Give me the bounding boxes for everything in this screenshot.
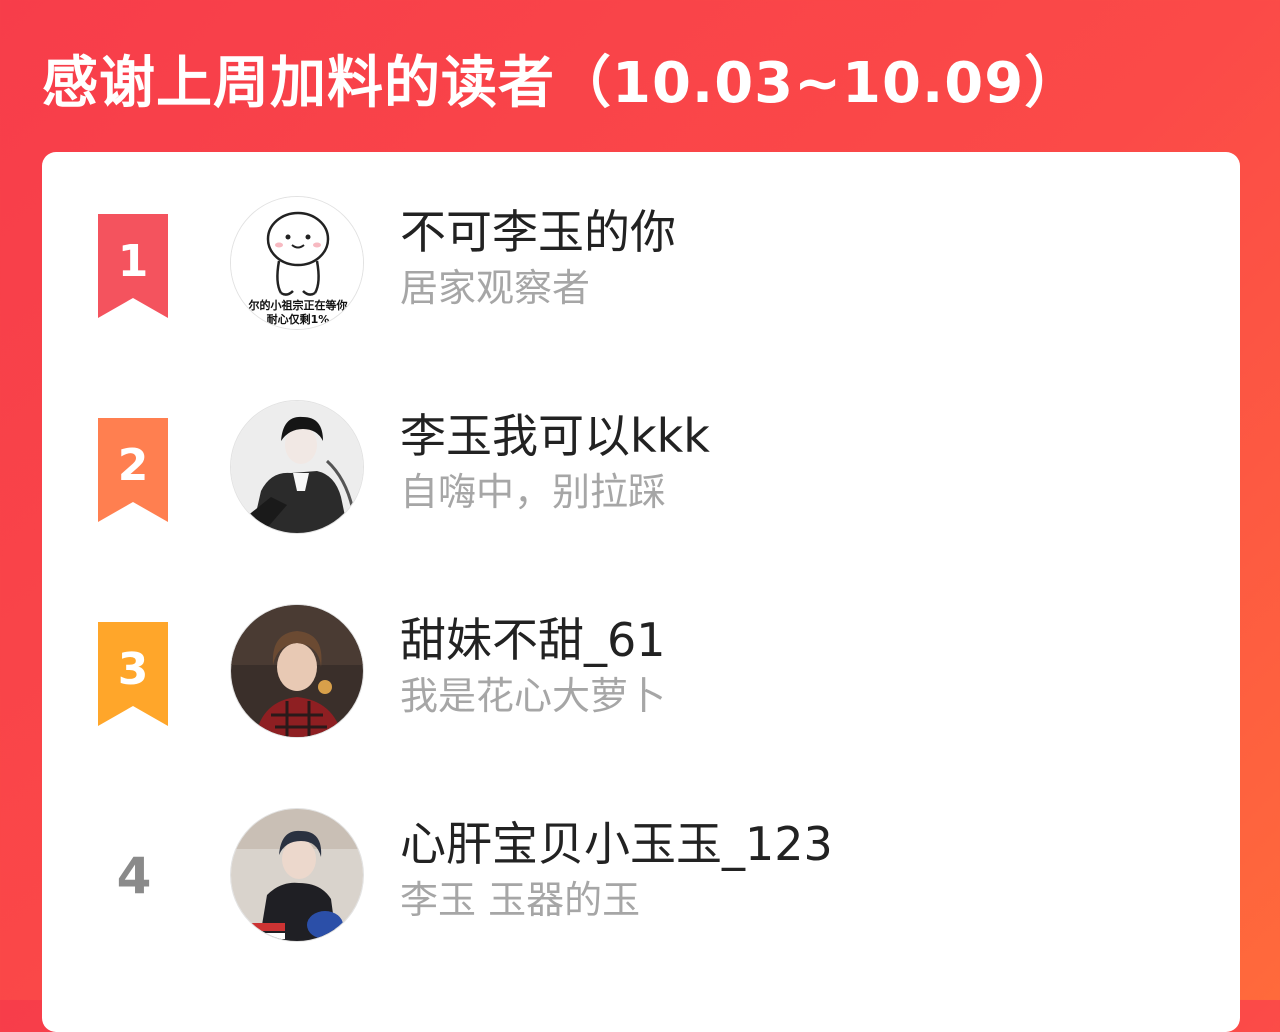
rank-ribbon-icon: 2	[98, 418, 168, 522]
reader-subtitle: 居家观察者	[400, 266, 591, 310]
boxer-anime-avatar[interactable]	[230, 808, 364, 942]
girl-photo-avatar[interactable]	[230, 604, 364, 738]
rank-number: 3	[118, 644, 149, 695]
reader-name: 李玉我可以kkk	[400, 409, 710, 463]
rank-ribbon-icon: 3	[98, 622, 168, 726]
rank-ribbon-icon: 1	[98, 214, 168, 318]
reader-row[interactable]: 4 心肝宝贝小玉玉_123 李玉 玉器的玉	[42, 806, 1240, 946]
avatar-caption-line: 耐心仅剩1%	[267, 312, 330, 326]
cartoon-figure-avatar[interactable]: 尔的小祖宗正在等你 耐心仅剩1%	[230, 196, 364, 330]
reader-row[interactable]: 1 尔的小祖宗正在等你 耐心仅剩1% 不可李玉的你 居家观察者	[42, 194, 1240, 334]
anime-man-avatar[interactable]	[230, 400, 364, 534]
rank-number: 4	[116, 847, 152, 905]
reader-row[interactable]: 3 甜妹不甜_61 我是花心大萝卜	[42, 602, 1240, 742]
page-title: 感谢上周加料的读者（10.03~10.09）	[42, 51, 1082, 116]
rank-number: 1	[118, 236, 149, 287]
reader-row[interactable]: 2 李玉我可以kkk 自嗨中，别拉踩	[42, 398, 1240, 538]
reader-subtitle: 我是花心大萝卜	[400, 674, 667, 718]
reader-subtitle: 李玉 玉器的玉	[400, 878, 641, 922]
rank-number: 2	[118, 440, 149, 491]
reader-name: 心肝宝贝小玉玉_123	[400, 817, 833, 871]
reader-subtitle: 自嗨中，别拉踩	[400, 470, 667, 514]
reader-ranking-card: 1 尔的小祖宗正在等你 耐心仅剩1% 不可李玉的你 居家观察者 2 李玉我可以k…	[42, 152, 1240, 1032]
reader-name: 不可李玉的你	[400, 205, 676, 259]
reader-name: 甜妹不甜_61	[400, 613, 666, 667]
avatar-caption-line: 尔的小祖宗正在等你	[248, 298, 348, 312]
